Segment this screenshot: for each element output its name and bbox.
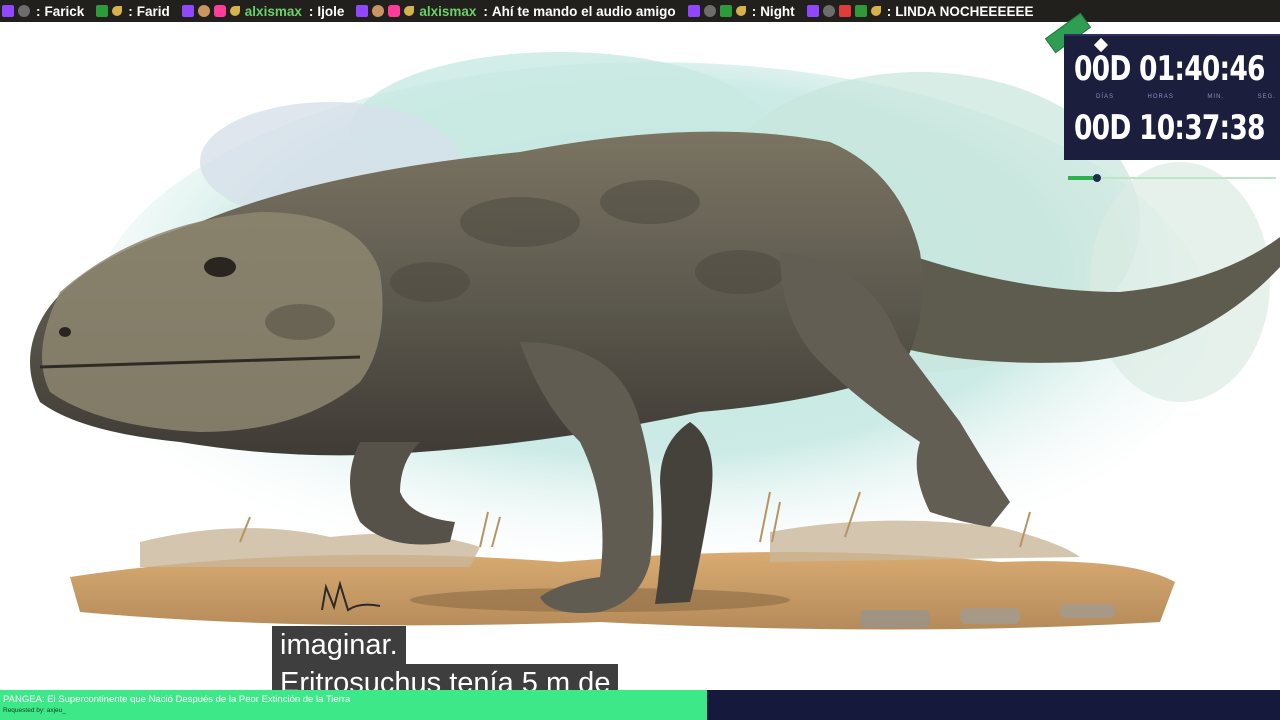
puzzle-icon <box>96 5 109 17</box>
avatar-icon <box>822 5 835 17</box>
chat-message: : LINDA NOCHEEEEEE <box>805 4 1044 19</box>
puzzle-icon <box>719 5 732 17</box>
chat-username: alxismax <box>419 3 477 19</box>
chat-text: Ahí te mando el audio amigo <box>491 3 676 19</box>
face-icon <box>197 5 210 17</box>
caption-line-1: imaginar. <box>272 626 406 664</box>
heart-icon <box>388 5 401 17</box>
chat-message: : Farick <box>0 4 94 19</box>
chat-text: Farid <box>136 3 170 19</box>
bottom-bar-filler <box>707 690 1280 720</box>
chat-message: alxismax: Ijole <box>180 4 355 19</box>
chat-separator: : <box>128 3 133 19</box>
progress-knob <box>1093 174 1102 182</box>
chat-message: : Farid <box>94 4 180 19</box>
heart-icon <box>213 5 226 17</box>
label-seconds: SEG. <box>1257 94 1276 100</box>
chat-text: LINDA NOCHEEEEEE <box>895 3 1034 19</box>
timer-unit-labels: DÍAS HORAS MIN. SEG. <box>1096 94 1276 100</box>
puzzle-icon <box>854 5 867 17</box>
avatar-icon <box>703 5 716 17</box>
stream-timer: 00D 01:40:46 DÍAS HORAS MIN. SEG. 00D 10… <box>1064 34 1280 160</box>
label-hours: HORAS <box>1147 94 1174 100</box>
chat-separator: : <box>308 3 314 19</box>
chat-username: alxismax <box>244 3 302 19</box>
key-icon <box>735 6 746 16</box>
video-title: PANGEA: El Supercontinente que Nació Des… <box>3 694 351 705</box>
chat-message: alxismax: Ahí te mando el audio amigo <box>354 4 685 19</box>
requested-by: Requested by: axjeu_ <box>3 707 66 714</box>
chat-text: Ijole <box>317 3 345 19</box>
chat-separator: : <box>751 3 757 19</box>
face-icon <box>372 5 385 17</box>
twitch-icon <box>181 5 194 17</box>
key-icon <box>112 6 123 16</box>
chat-ticker: : Farick: Farid alxismax: Ijole alxismax: Ahí … <box>0 0 1280 22</box>
now-playing-panel: PANGEA: El Supercontinente que Nació Des… <box>0 690 707 720</box>
chat-separator: : <box>483 3 488 19</box>
avatar-icon <box>18 5 30 17</box>
progress-bar <box>1068 174 1276 182</box>
timer-elapsed: 00D 01:40:46 <box>1074 49 1266 89</box>
twitch-icon <box>356 5 369 17</box>
twitch-icon <box>687 5 700 17</box>
twitch-icon <box>2 5 14 17</box>
key-icon <box>229 6 240 16</box>
twitch-icon <box>806 5 819 17</box>
timer-remaining: 00D 10:37:38 <box>1074 108 1266 148</box>
label-days: DÍAS <box>1096 94 1115 100</box>
stream-overlay: : Farick: Farid alxismax: Ijole alxismax: Ahí … <box>0 0 1280 720</box>
chat-message: : Night <box>686 4 805 19</box>
video-icon <box>838 5 851 17</box>
key-icon <box>404 6 415 16</box>
label-minutes: MIN. <box>1207 94 1225 100</box>
now-playing-bar: PANGEA: El Supercontinente que Nació Des… <box>0 690 1280 720</box>
eye <box>204 257 236 277</box>
chat-text: Farick <box>44 3 85 19</box>
key-icon <box>870 6 881 16</box>
chat-separator: : <box>36 3 41 19</box>
chat-text: Night <box>760 3 795 19</box>
chat-separator: : <box>886 3 892 19</box>
